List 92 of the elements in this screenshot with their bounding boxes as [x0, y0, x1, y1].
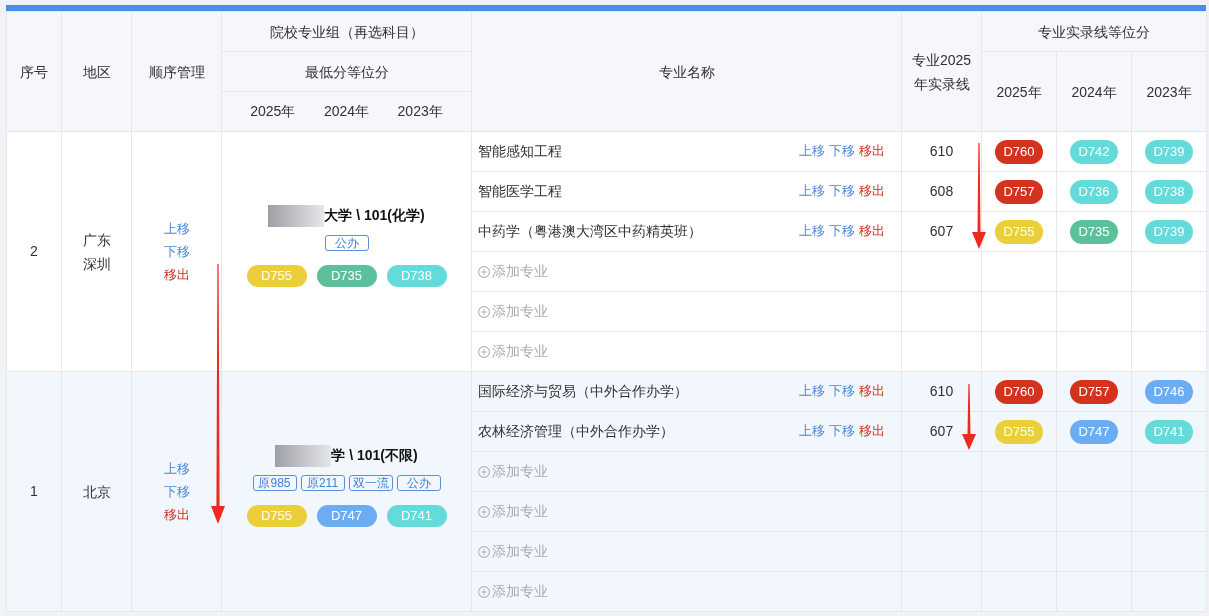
major-name: 智能感知工程 [478, 142, 562, 161]
rank-badge: D735 [1070, 219, 1118, 244]
rank-badge: D755 [246, 264, 307, 287]
school-group-name: 学 \ 101(不限) [331, 446, 418, 465]
column-header: 院校专业组（再选科目） [269, 22, 424, 42]
move-link[interactable]: 上移 [799, 142, 825, 161]
rank-badge: D735 [316, 264, 377, 287]
add-major-button[interactable]: 添加专业 [478, 541, 548, 562]
add-major-button[interactable]: 添加专业 [478, 461, 548, 482]
remove-link[interactable]: 移出 [859, 222, 885, 241]
move-link[interactable]: 下移 [163, 480, 190, 503]
column-header: 地区 [82, 62, 111, 82]
column-header: 最低分等位分 [304, 62, 389, 82]
major-name: 智能医学工程 [478, 182, 562, 201]
plus-circle-icon [478, 465, 490, 478]
remove-link[interactable]: 移出 [163, 503, 190, 526]
plus-circle-icon [478, 305, 490, 318]
rank-badge: D755 [246, 504, 307, 527]
move-link[interactable]: 上移 [799, 422, 825, 441]
column-header: 2025年 [249, 102, 297, 121]
add-major-button[interactable]: 添加专业 [478, 501, 548, 522]
school-tag: 原985 [252, 474, 297, 491]
rank-badge: D760 [995, 139, 1043, 164]
plus-circle-icon [478, 545, 490, 558]
school-tag: 双一流 [348, 474, 393, 491]
rank-badge: D741 [386, 504, 447, 527]
move-link[interactable]: 上移 [799, 222, 825, 241]
move-link[interactable]: 下移 [163, 240, 190, 263]
add-major-button[interactable]: 添加专业 [478, 581, 548, 602]
rank-badge: D746 [1145, 379, 1193, 404]
row-number: 1 [30, 483, 38, 499]
major-name: 农林经济管理（中外合作办学） [478, 422, 674, 441]
school-tag: 原211 [300, 474, 345, 491]
rank-badge: D738 [386, 264, 447, 287]
move-link[interactable]: 下移 [829, 182, 855, 201]
plus-circle-icon [478, 505, 490, 518]
move-link[interactable]: 上移 [163, 217, 190, 240]
add-major-button[interactable]: 添加专业 [478, 341, 548, 362]
score-value: 607 [929, 423, 954, 439]
column-header: 顺序管理 [148, 62, 205, 82]
score-value: 610 [929, 143, 954, 159]
move-link[interactable]: 下移 [829, 422, 855, 441]
column-header: 2024年 [322, 102, 371, 121]
rank-badge: D738 [1145, 179, 1193, 204]
column-header: 2023年 [1146, 82, 1192, 102]
add-major-button[interactable]: 添加专业 [478, 261, 548, 282]
move-link[interactable]: 下移 [829, 382, 855, 401]
column-header: 专业2025年实录线 [910, 50, 973, 94]
move-link[interactable]: 下移 [829, 222, 855, 241]
rank-badge: D757 [1070, 379, 1118, 404]
rank-badge: D747 [316, 504, 377, 527]
remove-link[interactable]: 移出 [859, 422, 885, 441]
column-header: 序号 [20, 62, 48, 82]
rank-badge: D755 [995, 419, 1043, 444]
row-number: 2 [30, 243, 38, 259]
column-header: 专业名称 [658, 62, 715, 82]
rank-badge: D757 [995, 179, 1043, 204]
major-name: 国际经济与贸易（中外合作办学） [478, 382, 688, 401]
remove-link[interactable]: 移出 [859, 142, 885, 161]
rank-badge: D742 [1070, 139, 1118, 164]
region-name: 北京 [82, 482, 111, 502]
move-link[interactable]: 下移 [829, 142, 855, 161]
school-group-name: 大学 \ 101(化学) [324, 206, 425, 225]
region-name: 广东深圳 [82, 230, 111, 274]
move-link[interactable]: 上移 [799, 182, 825, 201]
column-header: 2024年 [1071, 82, 1117, 102]
score-value: 610 [929, 383, 954, 399]
school-tag: 公办 [396, 474, 441, 491]
school-tag: 公办 [324, 234, 369, 251]
annotation-arrow [962, 384, 976, 450]
column-header: 专业实录线等位分 [1038, 22, 1150, 42]
major-name: 中药学（粤港澳大湾区中药精英班） [478, 222, 702, 241]
add-major-button[interactable]: 添加专业 [478, 301, 548, 322]
rank-badge: D741 [1145, 419, 1193, 444]
plus-circle-icon [478, 265, 490, 278]
score-value: 607 [929, 223, 954, 239]
column-header: 2025年 [996, 82, 1042, 102]
rank-badge: D736 [1070, 179, 1118, 204]
rank-badge: D739 [1145, 219, 1193, 244]
rank-badge: D755 [995, 219, 1043, 244]
remove-link[interactable]: 移出 [859, 382, 885, 401]
plus-circle-icon [478, 585, 490, 598]
rank-badge: D760 [995, 379, 1043, 404]
column-header: 2023年 [396, 102, 444, 121]
score-value: 608 [929, 183, 954, 199]
rank-badge: D747 [1070, 419, 1118, 444]
move-link[interactable]: 上移 [799, 382, 825, 401]
remove-link[interactable]: 移出 [163, 263, 190, 286]
plus-circle-icon [478, 345, 490, 358]
rank-badge: D739 [1145, 139, 1193, 164]
remove-link[interactable]: 移出 [859, 182, 885, 201]
move-link[interactable]: 上移 [163, 457, 190, 480]
